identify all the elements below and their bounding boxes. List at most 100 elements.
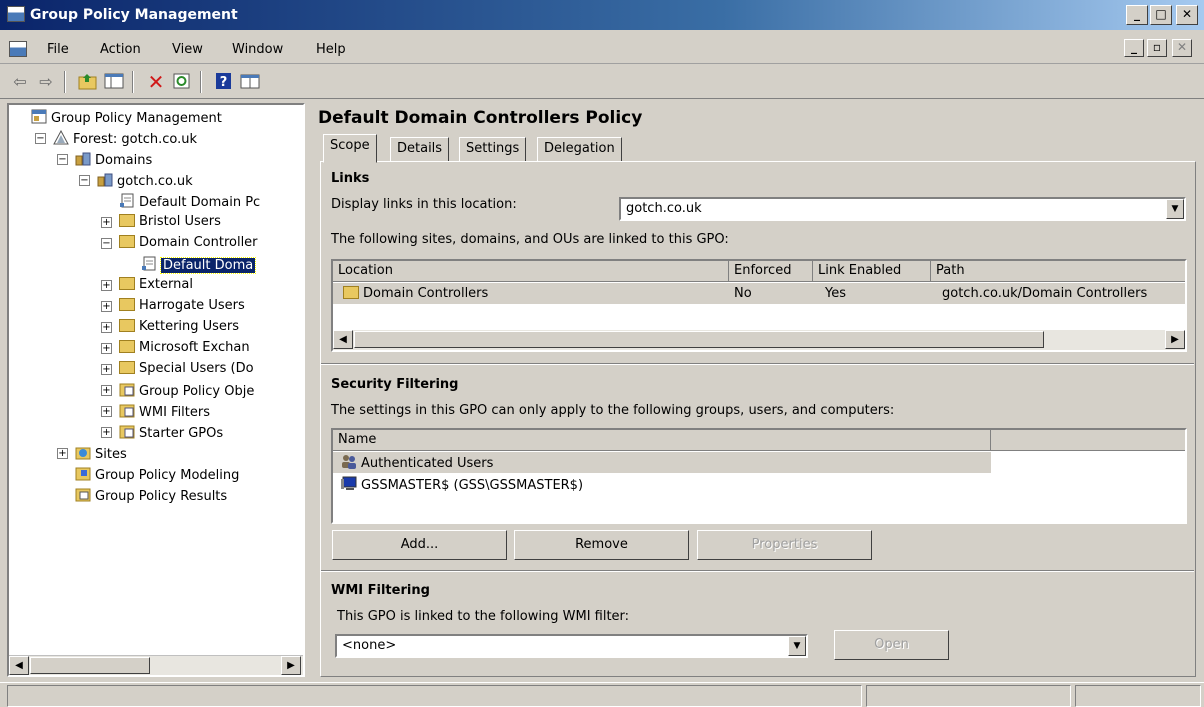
show-hide-tree-icon[interactable] (104, 72, 124, 92)
expand-icon[interactable]: + (101, 364, 112, 375)
expand-icon[interactable]: + (101, 280, 112, 291)
menu-view[interactable]: View (172, 42, 203, 57)
scroll-right-button[interactable]: ▶ (281, 656, 301, 675)
scroll-thumb[interactable] (30, 657, 150, 674)
expand-icon[interactable]: + (101, 406, 112, 417)
tree-item[interactable]: + Special Users (Do (9, 359, 303, 379)
tree-item[interactable]: Group Policy Results (9, 485, 303, 505)
security-filtering-heading: Security Filtering (331, 377, 459, 392)
tree-item[interactable]: − gotch.co.uk (9, 170, 303, 190)
users-group-icon (341, 454, 357, 469)
tab-delegation[interactable]: Delegation (537, 137, 622, 162)
mdi-close-button[interactable]: ✕ (1172, 39, 1192, 57)
expand-icon[interactable]: + (101, 427, 112, 438)
collapse-icon[interactable]: − (35, 133, 46, 144)
list-item[interactable]: Authenticated Users (333, 452, 991, 473)
tree-item[interactable]: + Bristol Users (9, 212, 303, 232)
tree-item[interactable]: + Microsoft Exchan (9, 338, 303, 358)
collapse-icon[interactable]: − (79, 175, 90, 186)
expand-icon[interactable]: + (101, 217, 112, 228)
gpo-container-icon (119, 382, 135, 397)
scroll-right-button[interactable]: ▶ (1165, 330, 1185, 349)
wmi-filter-value: <none> (342, 638, 397, 653)
mdi-minimize-button[interactable]: _ (1124, 39, 1144, 57)
console-tree-icon[interactable] (240, 72, 260, 92)
tree-item[interactable]: − Domains (9, 149, 303, 169)
remove-button[interactable]: Remove (514, 530, 689, 560)
help-icon[interactable]: ? (214, 72, 234, 92)
tree-item[interactable]: + WMI Filters (9, 401, 303, 421)
expand-icon[interactable]: + (57, 448, 68, 459)
console-tree[interactable]: Group Policy Management − Forest: gotch.co… (7, 103, 305, 677)
scroll-thumb[interactable] (354, 331, 1044, 348)
tree-item[interactable]: − Forest: gotch.co.uk (9, 128, 303, 148)
tab-settings[interactable]: Settings (459, 137, 527, 162)
back-arrow-icon[interactable]: ⇦ (10, 72, 30, 92)
menu-file[interactable]: File (47, 42, 69, 57)
folder-icon (119, 340, 135, 353)
column-header-name[interactable]: Name (333, 430, 991, 451)
menu-help[interactable]: Help (316, 42, 346, 57)
forward-arrow-icon[interactable]: ⇨ (36, 72, 56, 92)
expand-icon[interactable]: + (101, 301, 112, 312)
column-header-link-enabled[interactable]: Link Enabled (813, 261, 931, 282)
tree-horizontal-scrollbar[interactable]: ◀ ▶ (9, 655, 303, 675)
maximize-button[interactable]: □ (1150, 5, 1172, 25)
tree-item[interactable]: Default Doma (9, 254, 303, 274)
expand-icon[interactable]: + (101, 322, 112, 333)
expand-icon[interactable]: + (101, 343, 112, 354)
menu-window[interactable]: Window (232, 42, 283, 57)
tree-item-label: Domains (95, 153, 153, 168)
column-header-path[interactable]: Path (931, 261, 1185, 282)
tab-scope[interactable]: Scope (323, 134, 377, 163)
wmi-filter-dropdown[interactable]: <none> ▼ (335, 634, 808, 658)
up-folder-icon[interactable] (78, 72, 98, 92)
security-principal-name: GSSMASTER$ (GSS\GSSMASTER$) (361, 478, 584, 493)
scroll-left-button[interactable]: ◀ (9, 656, 29, 675)
tree-item[interactable]: + External (9, 275, 303, 295)
display-links-label: Display links in this location: (331, 197, 517, 212)
table-row[interactable]: Domain Controllers No Yes gotch.co.uk/Do… (333, 283, 1185, 304)
starter-gpo-icon (119, 424, 135, 439)
tree-item[interactable]: + Group Policy Obje (9, 380, 303, 400)
menu-action[interactable]: Action (100, 42, 141, 57)
refresh-icon[interactable] (172, 72, 192, 92)
tree-item-label: Domain Controller (139, 235, 258, 250)
tree-item-label: Special Users (Do (139, 361, 254, 376)
open-button[interactable]: Open (834, 630, 949, 660)
dropdown-arrow-icon[interactable]: ▼ (788, 636, 806, 656)
tree-item[interactable]: Group Policy Management (9, 107, 303, 127)
security-description: The settings in this GPO can only apply … (331, 403, 895, 418)
properties-button[interactable]: Properties (697, 530, 872, 560)
close-button[interactable]: ✕ (1176, 5, 1198, 25)
section-divider (321, 570, 1194, 572)
tree-item[interactable]: + Sites (9, 443, 303, 463)
folder-icon (119, 319, 135, 332)
column-header-enforced[interactable]: Enforced (729, 261, 813, 282)
scroll-left-button[interactable]: ◀ (333, 330, 353, 349)
tab-details[interactable]: Details (390, 137, 450, 162)
tree-item-label: Group Policy Management (51, 111, 222, 126)
page-title: Default Domain Controllers Policy (318, 108, 643, 128)
tree-item[interactable]: + Harrogate Users (9, 296, 303, 316)
tree-item[interactable]: + Kettering Users (9, 317, 303, 337)
mdi-restore-button[interactable]: ▫ (1147, 39, 1167, 57)
links-list[interactable]: Location Enforced Link Enabled Path Doma… (331, 259, 1187, 352)
collapse-icon[interactable]: − (101, 238, 112, 249)
collapse-icon[interactable]: − (57, 154, 68, 165)
tree-item[interactable]: Default Domain Pc (9, 191, 303, 211)
tree-item[interactable]: Group Policy Modeling (9, 464, 303, 484)
list-item[interactable]: GSSMASTER$ (GSS\GSSMASTER$) (333, 474, 991, 495)
minimize-button[interactable]: _ (1126, 5, 1148, 25)
security-list[interactable]: Name Authenticated Users GSSMASTER$ (GSS… (331, 428, 1187, 524)
expand-icon[interactable]: + (101, 385, 112, 396)
tree-item[interactable]: + Starter GPOs (9, 422, 303, 442)
location-dropdown[interactable]: gotch.co.uk ▼ (619, 197, 1186, 221)
links-horizontal-scrollbar[interactable]: ◀ ▶ (333, 330, 1185, 350)
security-principal-name: Authenticated Users (361, 456, 494, 471)
tree-item[interactable]: − Domain Controller (9, 233, 303, 253)
delete-icon[interactable]: ✕ (146, 72, 166, 92)
dropdown-arrow-icon[interactable]: ▼ (1166, 199, 1184, 219)
column-header-location[interactable]: Location (333, 261, 729, 282)
add-button[interactable]: Add... (332, 530, 507, 560)
